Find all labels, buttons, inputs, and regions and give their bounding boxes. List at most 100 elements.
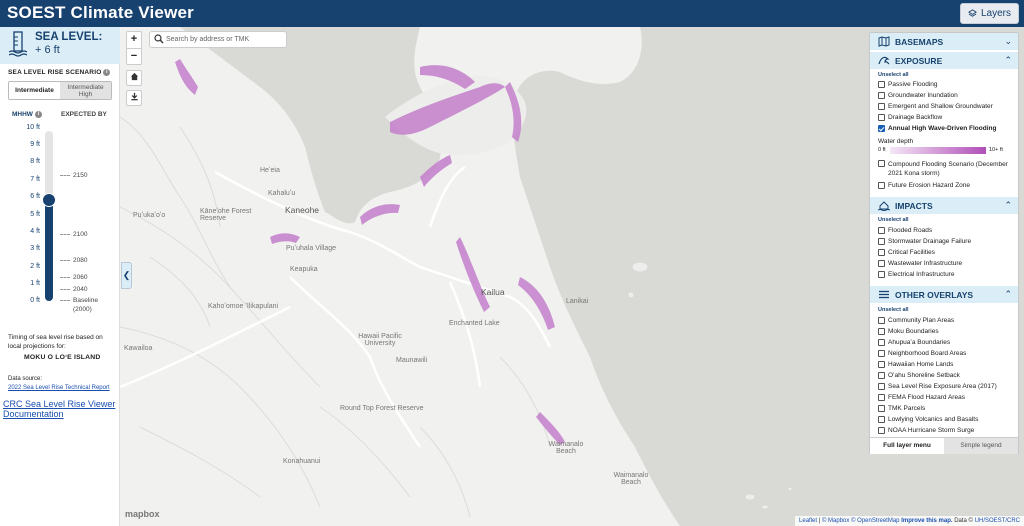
level-label[interactable]: 4 ft — [0, 228, 40, 235]
basemaps-header[interactable]: BASEMAPS ⌄ — [870, 33, 1018, 50]
tab-full-layer-menu[interactable]: Full layer menu — [870, 438, 944, 454]
documentation-link[interactable]: CRC Sea Level Rise Viewer Documentation — [3, 399, 117, 419]
map-label: Kawailoa — [124, 345, 153, 352]
scenario-intermediate-high[interactable]: Intermediate High — [60, 82, 111, 99]
attribution-improve[interactable]: Improve this map. — [901, 518, 952, 524]
tab-simple-legend[interactable]: Simple legend — [944, 438, 1018, 454]
impact-item[interactable]: Flooded Roads — [878, 227, 932, 234]
level-label[interactable]: 8 ft — [0, 158, 40, 165]
checkbox[interactable] — [878, 383, 885, 390]
zoom-out-button[interactable]: − — [127, 48, 141, 64]
impact-item[interactable]: Wastewater Infrastructure — [878, 260, 962, 267]
checkbox[interactable] — [878, 361, 885, 368]
attribution-mapbox[interactable]: © Mapbox — [822, 518, 849, 524]
attribution-leaflet[interactable]: Leaflet — [799, 518, 817, 524]
checkbox[interactable] — [878, 182, 885, 189]
level-label[interactable]: 2 ft — [0, 263, 40, 270]
chevron-up-icon[interactable]: ⌃ — [1004, 55, 1012, 66]
collapse-sidebar-button[interactable]: ❮ — [121, 262, 132, 289]
chevron-up-icon[interactable]: ⌃ — [1004, 289, 1012, 300]
checkbox[interactable] — [878, 103, 885, 110]
checkbox[interactable] — [878, 394, 885, 401]
level-label[interactable]: 1 ft — [0, 280, 40, 287]
download-button[interactable] — [126, 90, 142, 106]
exposure-item[interactable]: Future Erosion Hazard Zone — [878, 182, 970, 189]
chevron-up-icon[interactable]: ⌃ — [1004, 200, 1012, 211]
exposure-item[interactable]: Emergent and Shallow Groundwater — [878, 103, 993, 110]
checkbox[interactable] — [878, 427, 885, 434]
map-label: Kahoʻomoe ʻIlikapulani — [208, 303, 279, 310]
level-label[interactable]: 7 ft — [0, 176, 40, 183]
unselect-all-link[interactable]: Unselect all — [878, 307, 909, 313]
level-label[interactable]: 5 ft — [0, 211, 40, 218]
overlay-item[interactable]: NOAA Hurricane Storm Surge — [878, 427, 974, 434]
exposure-item[interactable]: Passive Flooding — [878, 81, 938, 88]
unselect-all-link[interactable]: Unselect all — [878, 217, 909, 223]
attribution-osm[interactable]: © OpenStreetMap — [851, 518, 899, 524]
data-source-link[interactable]: 2022 Sea Level Rise Technical Report — [8, 385, 110, 391]
overlay-item-label: Lowlying Volcanics and Basalts — [888, 416, 979, 423]
dash-line — [60, 174, 70, 176]
checkbox[interactable] — [878, 227, 885, 234]
attribution-crc[interactable]: UH/SOEST/CRC — [975, 518, 1020, 524]
checkbox-checked[interactable] — [878, 125, 885, 132]
overlay-item[interactable]: Lowlying Volcanics and Basalts — [878, 416, 978, 423]
info-icon[interactable]: i — [34, 111, 42, 118]
checkbox[interactable] — [878, 350, 885, 357]
mapbox-logo[interactable]: mapbox — [125, 509, 160, 519]
exposure-item[interactable]: Compound Flooding Scenario (December 202… — [878, 160, 1013, 178]
unselect-all-link[interactable]: Unselect all — [878, 72, 909, 78]
dash-line — [60, 233, 70, 235]
checkbox[interactable] — [878, 260, 885, 267]
level-label[interactable]: 9 ft — [0, 141, 40, 148]
checkbox[interactable] — [878, 238, 885, 245]
impact-item[interactable]: Electrical Infrastructure — [878, 271, 954, 278]
level-label[interactable]: 6 ft — [0, 193, 40, 200]
scenario-intermediate[interactable]: Intermediate — [9, 82, 60, 99]
checkbox[interactable] — [878, 405, 885, 412]
search-input[interactable]: Search by address or TMK — [149, 31, 287, 48]
checkbox[interactable] — [878, 249, 885, 256]
level-label[interactable]: 3 ft — [0, 245, 40, 252]
year-label: 2040 — [60, 286, 87, 293]
overlay-item[interactable]: Sea Level Rise Exposure Area (2017) — [878, 383, 997, 390]
checkbox[interactable] — [878, 160, 885, 167]
exposure-item[interactable]: Annual High Wave-Driven Flooding — [878, 125, 996, 132]
chevron-down-icon[interactable]: ⌄ — [1004, 36, 1012, 47]
overlay-item[interactable]: Oʻahu Shoreline Setback — [878, 372, 960, 379]
checkbox[interactable] — [878, 92, 885, 99]
sea-level-slider-handle[interactable] — [42, 193, 56, 207]
checkbox[interactable] — [878, 81, 885, 88]
overlay-item[interactable]: Moku Boundaries — [878, 328, 939, 335]
checkbox[interactable] — [878, 372, 885, 379]
info-icon[interactable]: i — [103, 69, 111, 76]
overlay-item[interactable]: Community Plan Areas — [878, 317, 954, 324]
impact-item[interactable]: Stormwater Drainage Failure — [878, 238, 971, 245]
impact-item[interactable]: Critical Facilities — [878, 249, 935, 256]
layers-button[interactable]: Layers — [959, 3, 1019, 24]
chevron-left-icon: ❮ — [122, 270, 131, 280]
checkbox[interactable] — [878, 271, 885, 278]
overlay-item[interactable]: TMK Parcels — [878, 405, 925, 412]
level-label[interactable]: 10 ft — [0, 124, 40, 131]
exposure-header[interactable]: EXPOSURE ⌃ — [870, 52, 1018, 69]
overlay-item[interactable]: Neighborhood Board Areas — [878, 350, 966, 357]
home-button[interactable] — [126, 70, 142, 86]
zoom-in-button[interactable]: + — [127, 32, 141, 48]
exposure-item[interactable]: Groundwater Inundation — [878, 92, 958, 99]
other-overlays-header[interactable]: OTHER OVERLAYS ⌃ — [870, 286, 1018, 303]
checkbox[interactable] — [878, 416, 885, 423]
checkbox[interactable] — [878, 328, 885, 335]
overlay-item[interactable]: Ahupuaʻa Boundaries — [878, 339, 950, 346]
exposure-item-label: Compound Flooding Scenario (December 202… — [888, 161, 1008, 177]
impacts-header[interactable]: IMPACTS ⌃ — [870, 197, 1018, 214]
overlay-item[interactable]: Hawaiian Home Lands — [878, 361, 953, 368]
checkbox[interactable] — [878, 317, 885, 324]
overlay-item[interactable]: FEMA Flood Hazard Areas — [878, 394, 965, 401]
level-label[interactable]: 0 ft — [0, 297, 40, 304]
checkbox[interactable] — [878, 114, 885, 121]
checkbox[interactable] — [878, 339, 885, 346]
scenario-toggle[interactable]: Intermediate Intermediate High — [8, 81, 112, 100]
map-label: Kāneʻohe Forest Reserve — [200, 208, 252, 222]
exposure-item[interactable]: Drainage Backflow — [878, 114, 942, 121]
